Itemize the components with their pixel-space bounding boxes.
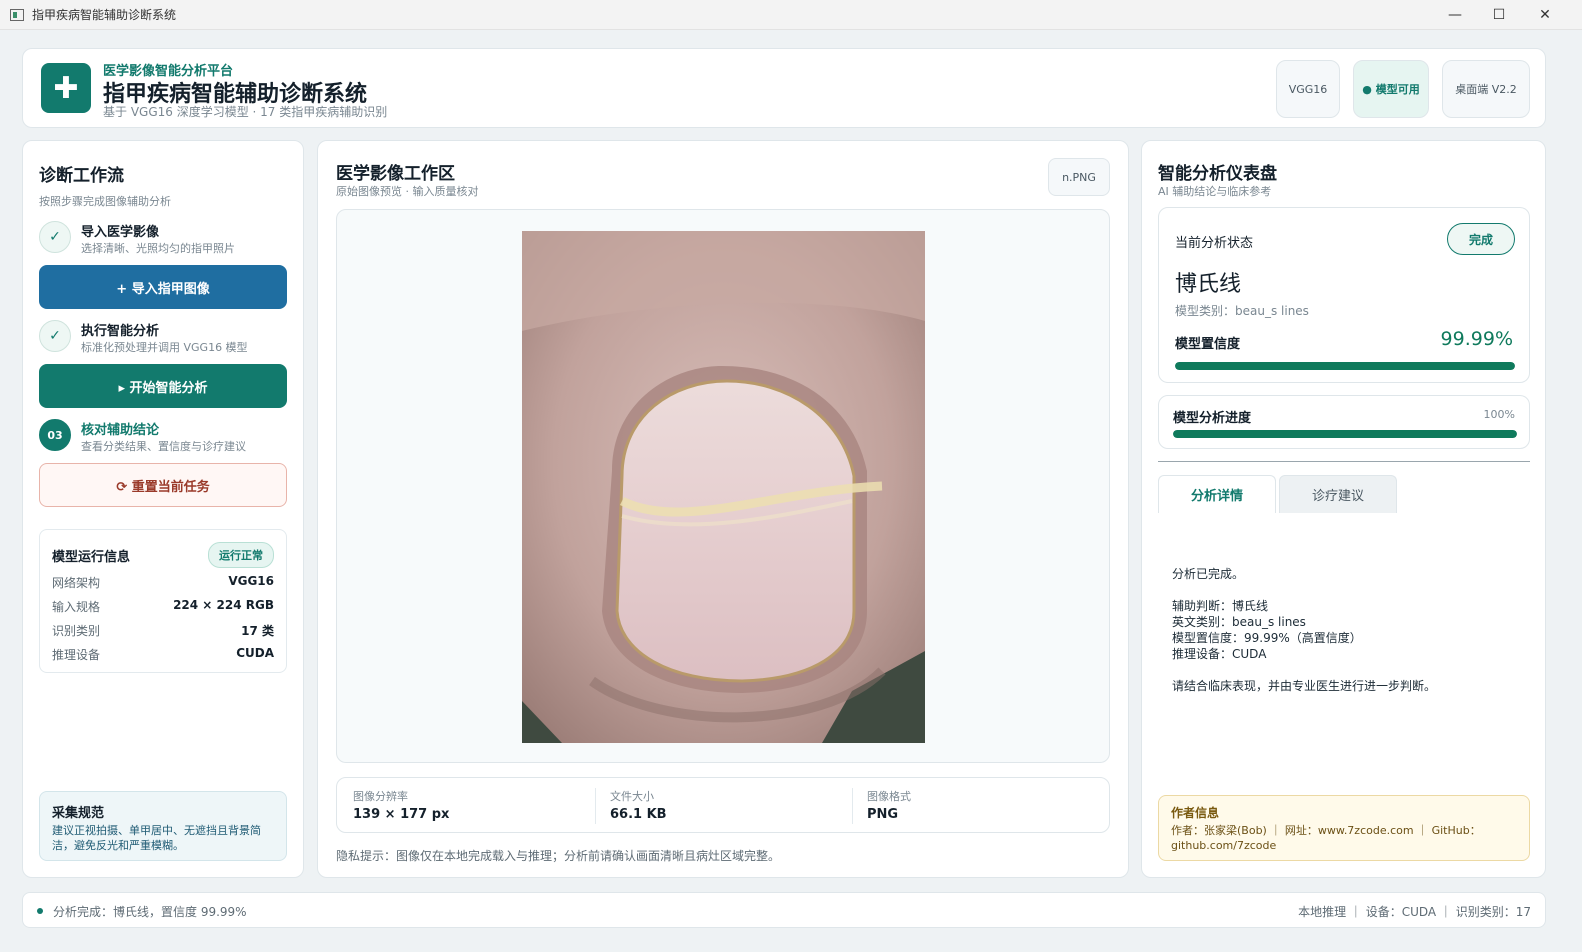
tab-treatment-advice[interactable]: 诊疗建议: [1279, 475, 1397, 513]
analysis-progress-card: 模型分析进度 100%: [1158, 395, 1530, 449]
model-running-badge: 运行正常: [208, 542, 274, 568]
model-status-pill: ● 模型可用: [1353, 60, 1429, 118]
start-analysis-button[interactable]: ▸ 开始智能分析: [39, 364, 287, 408]
status-bar: 分析完成：博氏线，置信度 99.99% 本地推理 ｜ 设备：CUDA ｜ 识别类…: [22, 892, 1546, 928]
status-dot-icon: [37, 908, 43, 914]
info-value: 17 类: [241, 624, 274, 638]
window-titlebar: 指甲疾病智能辅助诊断系统 — ☐ ✕: [0, 0, 1582, 30]
capture-spec-title: 采集规范: [52, 806, 105, 821]
close-button[interactable]: ✕: [1522, 0, 1568, 30]
progress-bar: [1173, 430, 1517, 438]
status-done-badge: 完成: [1447, 223, 1515, 255]
workflow-panel: 诊断工作流 按照步骤完成图像辅助分析 ✓ 导入医学影像 选择清晰、光照均匀的指甲…: [22, 140, 304, 878]
nail-image: [522, 231, 925, 743]
confidence-label: 模型置信度: [1175, 337, 1241, 352]
meta-format: 图像格式 PNG: [867, 788, 1107, 822]
detail-line: 推理设备：CUDA: [1172, 647, 1267, 661]
model-pill: VGG16: [1276, 60, 1340, 118]
workspace-title: 医学影像工作区: [336, 164, 455, 184]
dashboard-panel: 智能分析仪表盘 AI 辅助结论与临床参考 当前分析状态 完成 博氏线 模型类别：…: [1141, 140, 1546, 878]
capture-spec-text: 建议正视拍摄、单甲居中、无遮挡且背景简洁，避免反光和严重模糊。: [52, 824, 261, 852]
status-runtime-info: 本地推理 ｜ 设备：CUDA ｜ 识别类别：17: [1298, 905, 1531, 919]
window-title: 指甲疾病智能辅助诊断系统: [32, 8, 177, 22]
confidence-bar: [1175, 362, 1515, 370]
app-header: ✚ 医学影像智能分析平台 指甲疾病智能辅助诊断系统 基于 VGG16 深度学习模…: [22, 48, 1546, 128]
detail-line: 请结合临床表现，并由专业医生进行进一步判断。: [1172, 679, 1437, 693]
tab-analysis-details[interactable]: 分析详情: [1158, 475, 1276, 513]
file-name-badge: n.PNG: [1048, 158, 1110, 196]
version-pill: 桌面端 V2.2: [1442, 60, 1530, 118]
meta-value: 66.1 KB: [610, 807, 667, 822]
workflow-title: 诊断工作流: [39, 166, 124, 186]
step-2-check-icon: ✓: [39, 320, 71, 352]
reset-task-button[interactable]: ⟳ 重置当前任务: [39, 463, 287, 507]
workspace-panel: 医学影像工作区 原始图像预览 · 输入质量核对 n.PNG 图像分辨率 139 …: [317, 140, 1129, 878]
info-value: VGG16: [228, 574, 274, 588]
info-value: 224 × 224 RGB: [173, 598, 274, 612]
minimize-button[interactable]: —: [1432, 0, 1478, 30]
progress-value: 100%: [1483, 408, 1515, 421]
workspace-subtitle: 原始图像预览 · 输入质量核对: [336, 185, 479, 198]
meta-key: 图像格式: [867, 790, 911, 803]
dashboard-divider: [1158, 461, 1530, 462]
model-info-box: 模型运行信息 运行正常 网络架构 VGG16 输入规格 224 × 224 RG…: [39, 529, 287, 673]
step-2-desc: 标准化预处理并调用 VGG16 模型: [81, 341, 248, 354]
image-meta-bar: 图像分辨率 139 × 177 px 文件大小 66.1 KB 图像格式 PNG: [336, 777, 1110, 833]
meta-divider: [595, 788, 596, 824]
meta-key: 图像分辨率: [353, 790, 408, 803]
meta-divider: [852, 788, 853, 824]
maximize-button[interactable]: ☐: [1476, 0, 1522, 30]
progress-label: 模型分析进度: [1173, 411, 1252, 426]
nail-photo-illustration: [522, 231, 925, 743]
status-label: 当前分析状态: [1175, 236, 1254, 251]
info-key: 识别类别: [52, 624, 101, 638]
info-row-input: 输入规格 224 × 224 RGB: [52, 598, 274, 618]
confidence-bar-fill: [1175, 362, 1515, 370]
author-title: 作者信息: [1171, 806, 1220, 820]
info-value: CUDA: [236, 646, 274, 660]
import-image-button[interactable]: + 导入指甲图像: [39, 265, 287, 309]
medical-cross-icon: ✚: [41, 63, 91, 113]
diagnosis-category: 模型类别：beau_s lines: [1175, 304, 1309, 318]
app-description: 基于 VGG16 深度学习模型 · 17 类指甲疾病辅助识别: [103, 105, 388, 119]
info-key: 推理设备: [52, 648, 101, 662]
step-3-number: 03: [39, 419, 71, 451]
meta-resolution: 图像分辨率 139 × 177 px: [353, 788, 593, 822]
detail-line: 英文类别：beau_s lines: [1172, 615, 1306, 629]
app-icon: [10, 8, 24, 21]
meta-value: 139 × 177 px: [353, 807, 450, 822]
meta-value: PNG: [867, 807, 899, 822]
info-row-classes: 识别类别 17 类: [52, 622, 274, 642]
dashboard-subtitle: AI 辅助结论与临床参考: [1158, 185, 1272, 198]
image-preview-area: [336, 209, 1110, 763]
detail-line: 模型置信度：99.99%（高置信度）: [1172, 631, 1362, 645]
capture-spec-box: 采集规范 建议正视拍摄、单甲居中、无遮挡且背景简洁，避免反光和严重模糊。: [39, 791, 287, 861]
meta-key: 文件大小: [610, 790, 654, 803]
step-2-title: 执行智能分析: [81, 324, 160, 339]
info-row-architecture: 网络架构 VGG16: [52, 574, 274, 594]
dashboard-title: 智能分析仪表盘: [1158, 164, 1277, 184]
diagnosis-result: 博氏线: [1175, 272, 1242, 297]
info-key: 网络架构: [52, 576, 101, 590]
detail-line: 分析已完成。: [1172, 567, 1245, 581]
author-info-box: 作者信息 作者：张家梁(Bob) ｜ 网址：www.7zcode.com ｜ G…: [1158, 795, 1530, 861]
workflow-subtitle: 按照步骤完成图像辅助分析: [39, 195, 171, 208]
step-3-title: 核对辅助结论: [81, 423, 160, 438]
confidence-value: 99.99%: [1440, 328, 1513, 350]
author-text: 作者：张家梁(Bob) ｜ 网址：www.7zcode.com ｜ GitHub…: [1171, 824, 1481, 852]
analysis-status-card: 当前分析状态 完成 博氏线 模型类别：beau_s lines 模型置信度 99…: [1158, 207, 1530, 383]
step-3-desc: 查看分类结果、置信度与诊疗建议: [81, 440, 246, 453]
status-message: 分析完成：博氏线，置信度 99.99%: [53, 905, 247, 919]
model-info-title: 模型运行信息: [52, 550, 131, 565]
progress-bar-fill: [1173, 430, 1517, 438]
detail-line: 辅助判断：博氏线: [1172, 599, 1269, 613]
meta-file-size: 文件大小 66.1 KB: [610, 788, 850, 822]
privacy-notice: 隐私提示：图像仅在本地完成载入与推理；分析前请确认画面清晰且病灶区域完整。: [336, 849, 781, 863]
step-1-check-icon: ✓: [39, 221, 71, 253]
info-row-device: 推理设备 CUDA: [52, 646, 274, 666]
step-1-title: 导入医学影像: [81, 225, 160, 240]
info-key: 输入规格: [52, 600, 101, 614]
step-1-desc: 选择清晰、光照均匀的指甲照片: [81, 242, 235, 255]
